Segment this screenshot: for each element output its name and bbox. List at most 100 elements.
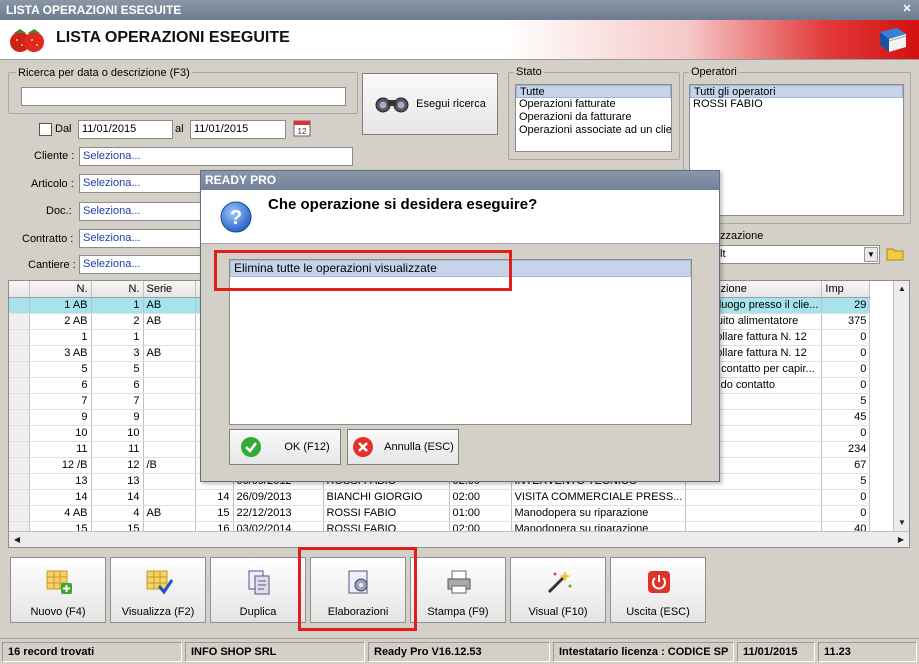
operatori-list[interactable]: Tutti gli operatori ROSSI FABIO bbox=[689, 84, 904, 216]
table-cell: 10 bbox=[29, 425, 92, 442]
grid-vertical-scrollbar[interactable]: ▲ ▼ bbox=[893, 281, 909, 531]
search-button[interactable]: Esegui ricerca bbox=[362, 73, 498, 135]
table-cell: 0 bbox=[821, 505, 871, 522]
row-indicator[interactable] bbox=[9, 361, 30, 378]
stampa-button[interactable]: Stampa (F9) bbox=[410, 557, 506, 623]
visualizza-button-label: Visualizza (F2) bbox=[121, 606, 195, 618]
nuovo-button[interactable]: Nuovo (F4) bbox=[10, 557, 106, 623]
table-cell: 0 bbox=[821, 425, 871, 442]
visualizzazione-label: zzazione bbox=[718, 230, 766, 242]
scroll-down-icon[interactable]: ▼ bbox=[895, 516, 909, 530]
stato-item[interactable]: Operazioni associate ad un clier bbox=[516, 124, 671, 137]
table-cell: 2 AB bbox=[29, 313, 92, 330]
scroll-up-icon[interactable]: ▲ bbox=[895, 282, 909, 296]
stato-item[interactable]: Operazioni da fatturare bbox=[516, 111, 671, 124]
question-icon: ? bbox=[220, 201, 252, 233]
row-indicator[interactable] bbox=[9, 377, 30, 394]
operatori-group-label: Operatori bbox=[689, 66, 739, 78]
table-cell: 7 bbox=[91, 393, 144, 410]
date-from-field[interactable]: 11/01/2015 bbox=[78, 120, 173, 139]
table-cell: 3 bbox=[91, 345, 144, 362]
annulla-button[interactable]: Annulla (ESC) bbox=[347, 429, 459, 465]
filter-doc-field[interactable]: Seleziona... bbox=[79, 202, 201, 221]
table-cell: ROSSI FABIO bbox=[323, 505, 450, 522]
grid-header-indicator bbox=[9, 281, 30, 298]
stato-group-label: Stato bbox=[514, 66, 544, 78]
row-indicator[interactable] bbox=[9, 297, 30, 314]
visual-button[interactable]: Visual (F10) bbox=[510, 557, 606, 623]
filter-label-cantiere: Cantiere : bbox=[28, 259, 76, 271]
visualizzazione-select[interactable]: lt ▼ bbox=[716, 245, 880, 264]
table-cell: 12 bbox=[91, 457, 144, 474]
uscita-button-label: Uscita (ESC) bbox=[626, 606, 690, 618]
close-icon[interactable]: ✕ bbox=[899, 2, 915, 17]
table-cell bbox=[143, 409, 196, 426]
filter-cliente-field[interactable]: Seleziona... bbox=[79, 147, 353, 166]
row-indicator[interactable] bbox=[9, 329, 30, 346]
row-indicator[interactable] bbox=[9, 489, 30, 506]
filter-label-contratto: Contratto : bbox=[22, 233, 74, 245]
filter-cantiere-field[interactable]: Seleziona... bbox=[79, 255, 201, 274]
help-book-icon[interactable] bbox=[877, 26, 909, 54]
operatori-item[interactable]: ROSSI FABIO bbox=[690, 98, 903, 111]
highlight-elaborazioni bbox=[298, 547, 417, 631]
duplica-button[interactable]: Duplica bbox=[210, 557, 306, 623]
table-cell bbox=[143, 361, 196, 378]
table-cell: 15 bbox=[195, 505, 234, 522]
stato-item[interactable]: Operazioni fatturate bbox=[516, 98, 671, 111]
table-cell: 2 bbox=[91, 313, 144, 330]
row-indicator[interactable] bbox=[9, 425, 30, 442]
table-row[interactable]: 14 14 14 26/09/2013 BIANCHI GIORGIO 02:00 VISI… bbox=[9, 489, 871, 506]
table-cell: 5 bbox=[91, 361, 144, 378]
scroll-left-icon[interactable]: ◀ bbox=[10, 533, 24, 547]
stato-item[interactable]: Tutte bbox=[516, 85, 671, 98]
filter-articolo-field[interactable]: Seleziona... bbox=[79, 174, 201, 193]
grid-header[interactable]: Serie bbox=[143, 281, 196, 298]
annulla-button-label: Annulla (ESC) bbox=[384, 441, 454, 453]
window-title: LISTA OPERAZIONI ESEGUITE bbox=[6, 3, 182, 17]
date-to-field[interactable]: 11/01/2015 bbox=[190, 120, 286, 139]
filter-label-doc: Doc.: bbox=[46, 205, 72, 217]
header-banner: LISTA OPERAZIONI ESEGUITE bbox=[0, 20, 919, 60]
row-indicator[interactable] bbox=[9, 441, 30, 458]
filter-contratto-field[interactable]: Seleziona... bbox=[79, 229, 201, 248]
table-cell bbox=[143, 473, 196, 490]
operatori-item[interactable]: Tutti gli operatori bbox=[690, 85, 903, 98]
row-indicator[interactable] bbox=[9, 505, 30, 522]
grid-horizontal-scrollbar[interactable]: ◀ ▶ bbox=[9, 531, 909, 547]
table-cell: 5 bbox=[29, 361, 92, 378]
search-input[interactable] bbox=[21, 87, 346, 106]
visualizza-button[interactable]: Visualizza (F2) bbox=[110, 557, 206, 623]
row-indicator[interactable] bbox=[9, 409, 30, 426]
uscita-button[interactable]: Uscita (ESC) bbox=[610, 557, 706, 623]
grid-header[interactable]: N. bbox=[29, 281, 92, 298]
row-indicator[interactable] bbox=[9, 345, 30, 362]
strawberry-logo-icon bbox=[10, 29, 44, 52]
dal-checkbox[interactable] bbox=[39, 123, 52, 136]
stato-list[interactable]: Tutte Operazioni fatturate Operazioni da… bbox=[515, 84, 672, 152]
ok-button[interactable]: OK (F12) bbox=[229, 429, 341, 465]
row-indicator[interactable] bbox=[9, 393, 30, 410]
row-indicator[interactable] bbox=[9, 457, 30, 474]
table-row[interactable]: 4 AB 4 AB 15 22/12/2013 ROSSI FABIO 01:00 Manod… bbox=[9, 505, 871, 522]
row-indicator[interactable] bbox=[9, 313, 30, 330]
table-cell: Manodopera su riparazione bbox=[511, 505, 687, 522]
table-cell: 29 bbox=[821, 297, 871, 314]
status-license: Intestatario licenza : CODICE SP bbox=[553, 642, 734, 662]
table-cell: 11 bbox=[29, 441, 92, 458]
duplicate-icon bbox=[248, 570, 270, 595]
operation-dialog: READY PRO ? Che operazione si desidera e… bbox=[200, 170, 720, 482]
folder-icon[interactable] bbox=[885, 244, 905, 264]
grid-header[interactable]: N. bbox=[91, 281, 144, 298]
scroll-right-icon[interactable]: ▶ bbox=[894, 533, 908, 547]
table-cell: 1 bbox=[91, 329, 144, 346]
grid-header[interactable]: Imp bbox=[821, 281, 871, 298]
calendar-icon[interactable]: 12 bbox=[292, 118, 312, 138]
table-cell: 1 bbox=[91, 297, 144, 314]
table-cell: 0 bbox=[821, 489, 871, 506]
chevron-down-icon[interactable]: ▼ bbox=[864, 247, 878, 262]
row-indicator[interactable] bbox=[9, 473, 30, 490]
svg-text:?: ? bbox=[230, 207, 242, 229]
table-cell: AB bbox=[143, 313, 196, 330]
table-cell: 6 bbox=[29, 377, 92, 394]
